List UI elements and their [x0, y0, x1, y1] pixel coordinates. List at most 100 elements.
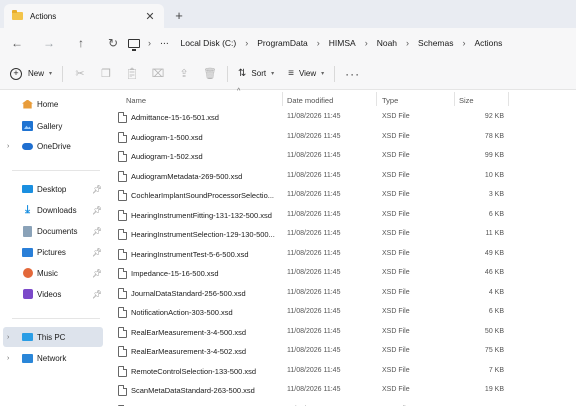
home-icon: [22, 99, 33, 110]
up-arrow-icon[interactable]: ↑: [70, 32, 92, 54]
file-name: RemoteControlSelection-133-500.xsd: [131, 366, 257, 376]
pin-icon[interactable]: 📌︎: [92, 227, 102, 236]
new-button[interactable]: + New ▾: [10, 67, 52, 80]
refresh-icon[interactable]: ↻: [102, 32, 124, 54]
file-date-modified: 11/08/2026 11:45: [287, 191, 341, 198]
copy-icon[interactable]: ❐: [95, 63, 117, 85]
column-divider[interactable]: [282, 92, 283, 106]
view-lines-icon: ≡: [288, 68, 294, 79]
breadcrumb[interactable]: › ⋯ Local Disk (C:) › ProgramData › HIMS…: [128, 32, 576, 54]
tab-actions[interactable]: Actions ✕: [4, 4, 164, 28]
sidebar-item-pictures[interactable]: Pictures 📌︎: [0, 242, 106, 262]
file-row[interactable]: Tinnitus-270-500.xsd11/08/2026 11:45XSD …: [108, 401, 576, 406]
file-type: XSD File: [382, 366, 410, 374]
chevron-down-icon: ▾: [321, 71, 325, 77]
cut-icon[interactable]: ✂: [69, 63, 91, 85]
column-header-type[interactable]: Type: [382, 92, 398, 108]
breadcrumb-himsa[interactable]: HIMSA: [329, 38, 356, 48]
close-tab-icon[interactable]: ✕: [142, 8, 158, 24]
sidebar-item-downloads[interactable]: ⤓ Downloads 📌︎: [0, 200, 106, 220]
command-bar: + New ▾ ✂ ❐ 📋︎ ⌧ ⇪ 🗑︎ ⇅ Sort ▾ ≡ View ▾ …: [0, 58, 576, 90]
file-icon: [118, 170, 127, 182]
sidebar-item-videos[interactable]: Videos 📌︎: [0, 284, 106, 304]
back-arrow-icon[interactable]: ←: [6, 32, 28, 54]
sidebar-item-home[interactable]: Home: [0, 94, 106, 114]
file-date-modified: 11/08/2026 11:45: [287, 210, 341, 218]
folder-icon: [12, 10, 23, 20]
column-divider[interactable]: [454, 92, 455, 106]
file-type: XSD File: [382, 386, 410, 393]
paste-icon[interactable]: 📋︎: [121, 63, 143, 85]
file-row[interactable]: Admittance-15-16-501.xsd 11/08/2026 11:45…: [108, 108, 576, 128]
file-row[interactable]: Audiogram-1-502.xsd 11/08/2026 11:45 XSD F…: [108, 147, 576, 167]
file-date-modified: 11/08/2026 11:45: [287, 327, 341, 335]
breadcrumb-noah[interactable]: Noah: [377, 38, 397, 48]
sidebar-item-label: Network: [37, 353, 67, 363]
toolbar-divider: [227, 65, 229, 82]
pin-icon[interactable]: 📌︎: [92, 290, 102, 299]
file-size: 19 KB: [484, 386, 504, 393]
file-row[interactable]: Impedance-15-16-500.xsd 11/08/2026 11:45 X…: [108, 264, 576, 284]
breadcrumb-schemas[interactable]: Schemas: [418, 38, 453, 48]
file-row[interactable]: HearingInstrumentSelection-129-130-500..…: [108, 225, 576, 245]
file-size: 99 KB: [484, 152, 504, 159]
column-header-name[interactable]: Name: [126, 92, 146, 108]
file-date-modified: 11/08/2026 11:45: [287, 152, 341, 159]
breadcrumb-more[interactable]: ⋯: [160, 38, 169, 49]
file-type: XSD File: [382, 230, 410, 237]
file-size: 75 KB: [484, 347, 504, 354]
column-header-date-modified[interactable]: Date modified: [287, 92, 333, 108]
sidebar-item-this-pc[interactable]: › This PC: [3, 327, 103, 347]
file-type: XSD File: [382, 171, 410, 179]
sort-button-label: Sort: [251, 69, 267, 78]
file-row[interactable]: RemoteControlSelection-133-500.xsd 11/08/…: [108, 362, 576, 382]
chevron-right-icon[interactable]: ›: [7, 143, 9, 150]
file-name: RealEarMeasurement-3-4-500.xsd: [131, 327, 247, 337]
delete-icon[interactable]: 🗑︎: [199, 63, 221, 85]
pin-icon[interactable]: 📌︎: [92, 248, 102, 257]
file-row[interactable]: RealEarMeasurement-3-4-500.xsd 11/08/2026…: [108, 323, 576, 343]
file-size: 49 KB: [484, 249, 504, 257]
view-button[interactable]: ≡ View ▾: [288, 68, 324, 79]
file-size: 4 KB: [488, 288, 504, 296]
column-divider[interactable]: [508, 92, 509, 106]
file-row[interactable]: JournalDataStandard-256-500.xsd 11/08/202…: [108, 284, 576, 304]
pin-icon[interactable]: 📌︎: [92, 269, 102, 278]
sidebar-item-network[interactable]: › Network: [0, 348, 106, 368]
file-row[interactable]: CochlearImplantSoundProcessorSelectio...…: [108, 186, 576, 206]
file-row[interactable]: ScanMetaDataStandard-263-500.xsd 11/08/20…: [108, 381, 576, 401]
file-row[interactable]: NotificationAction-303-500.xsd 11/08/2026…: [108, 303, 576, 323]
sidebar-item-label: OneDrive: [37, 141, 71, 151]
file-row[interactable]: Audiogram-1-500.xsd 11/08/2026 11:45 XSD F…: [108, 128, 576, 148]
breadcrumb-separator-icon: ›: [462, 38, 466, 48]
file-icon: [118, 151, 127, 162]
file-row[interactable]: RealEarMeasurement-3-4-502.xsd 11/08/2026…: [108, 342, 576, 362]
sidebar-item-gallery[interactable]: Gallery: [0, 116, 106, 136]
sidebar-item-music[interactable]: Music 📌︎: [0, 263, 106, 283]
breadcrumb-local-disk[interactable]: Local Disk (C:): [181, 38, 237, 48]
column-divider[interactable]: [376, 92, 377, 106]
breadcrumb-programdata[interactable]: ProgramData: [257, 38, 308, 48]
file-row[interactable]: AudiogramMetadata-269-500.xsd 11/08/2026 …: [108, 167, 576, 187]
column-header-size[interactable]: Size: [459, 92, 474, 108]
sidebar-item-onedrive[interactable]: › OneDrive: [0, 136, 106, 156]
sidebar-item-desktop[interactable]: Desktop 📌︎: [0, 179, 106, 199]
sidebar-item-label: Documents: [37, 226, 78, 236]
chevron-right-icon[interactable]: ›: [7, 334, 9, 341]
sidebar-item-documents[interactable]: Documents 📌︎: [0, 221, 106, 241]
forward-arrow-icon[interactable]: →: [38, 32, 60, 54]
pin-icon[interactable]: 📌︎: [92, 206, 102, 215]
share-icon[interactable]: ⇪: [173, 63, 195, 85]
file-name: CochlearImplantSoundProcessorSelectio...: [131, 191, 274, 200]
file-row[interactable]: HearingInstrumentFitting-131-132-500.xsd…: [108, 206, 576, 226]
file-name: ScanMetaDataStandard-263-500.xsd: [131, 386, 255, 395]
pin-icon[interactable]: 📌︎: [92, 185, 102, 194]
file-row[interactable]: HearingInstrumentTest-5-6-500.xsd 11/08/2…: [108, 245, 576, 265]
new-tab-button[interactable]: +: [170, 6, 188, 24]
rename-icon[interactable]: ⌧: [147, 63, 169, 85]
breadcrumb-actions[interactable]: Actions: [474, 38, 502, 48]
sort-button[interactable]: ⇅ Sort ▾: [238, 68, 274, 79]
chevron-right-icon[interactable]: ›: [7, 355, 9, 362]
file-size: 6 KB: [488, 308, 504, 315]
see-more-button[interactable]: ···: [345, 67, 360, 81]
